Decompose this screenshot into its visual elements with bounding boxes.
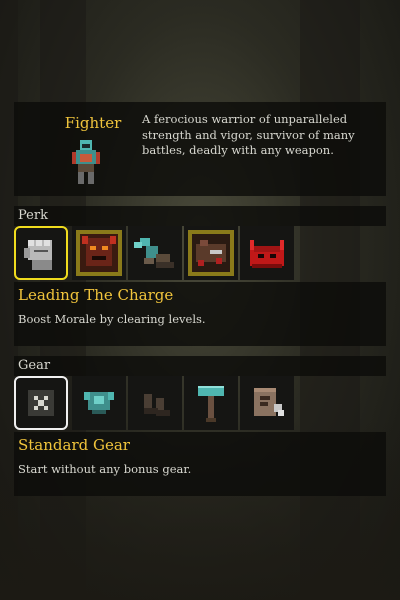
- gear-section-label: Gear: [18, 358, 51, 373]
- gear-slot-boots[interactable]: [128, 376, 182, 430]
- boots-icon: [144, 394, 170, 416]
- perk-slot-red-helm[interactable]: [240, 226, 294, 280]
- perk-slot-bleeding-creature[interactable]: [184, 226, 238, 280]
- perk-slot-demon[interactable]: [72, 226, 126, 280]
- crossed-swords-icon: [28, 390, 54, 416]
- chest-armor-icon: [84, 392, 114, 414]
- perk-title: Leading The Charge: [18, 286, 174, 304]
- scroll-icon: [254, 388, 284, 416]
- fighter-portrait-icon: [72, 140, 100, 184]
- gauntlet-fist-icon: [24, 240, 52, 270]
- perk-slot-winged-boots[interactable]: [128, 226, 182, 280]
- gear-description: Start without any bonus gear.: [18, 462, 192, 476]
- perk-slot-gauntlet[interactable]: [14, 226, 68, 280]
- winged-boots-icon: [134, 238, 174, 268]
- hammer-icon: [198, 386, 224, 422]
- gear-slot-scroll[interactable]: [240, 376, 294, 430]
- demon-mask-icon: [76, 230, 122, 276]
- gear-slot-chest-armor[interactable]: [72, 376, 126, 430]
- class-name: Fighter: [64, 114, 122, 132]
- perk-description: Boost Morale by clearing levels.: [18, 312, 206, 326]
- gear-section-header: Gear: [14, 356, 386, 376]
- perk-info-panel: Leading The Charge Boost Morale by clear…: [14, 282, 386, 346]
- perk-section-label: Perk: [18, 208, 48, 223]
- gear-info-panel: Standard Gear Start without any bonus ge…: [14, 432, 386, 496]
- gear-title: Standard Gear: [18, 436, 130, 454]
- gear-slot-hammer[interactable]: [184, 376, 238, 430]
- perk-section-header: Perk: [14, 206, 386, 226]
- class-card[interactable]: Fighter A ferocious warrior of unparalle…: [14, 102, 386, 196]
- class-description: A ferocious warrior of unparalleled stre…: [142, 112, 355, 157]
- bleeding-creature-icon: [188, 230, 234, 276]
- gear-slot-standard[interactable]: [14, 376, 68, 430]
- red-horned-helm-icon: [250, 240, 284, 268]
